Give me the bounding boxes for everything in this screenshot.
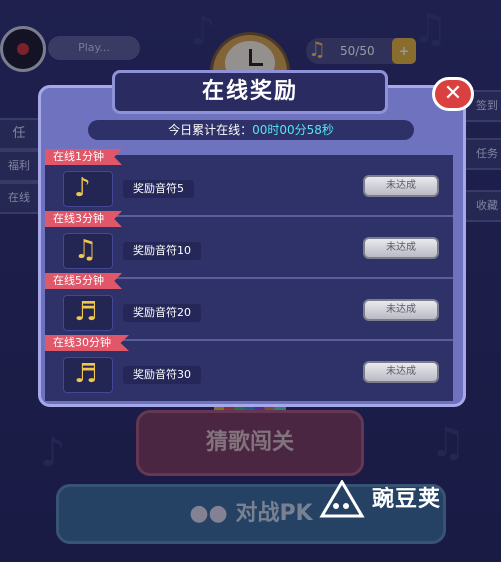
online-time-value: 00时00分58秒	[252, 123, 334, 137]
reward-icon-box: ♬	[63, 295, 113, 331]
reward-tag: 在线30分钟	[45, 335, 129, 351]
reward-tag: 在线5分钟	[45, 273, 122, 289]
reward-icon-box: ♫	[63, 233, 113, 269]
watermark: 豌豆荚	[318, 480, 441, 520]
online-time-label: 今日累计在线：	[168, 123, 253, 137]
reward-row: 在线30分钟 ♬ 奖励音符30 未达成	[45, 335, 453, 401]
reward-tag: 在线1分钟	[45, 149, 122, 165]
reward-tag: 在线3分钟	[45, 211, 122, 227]
music-notes-icon: ♬	[74, 359, 98, 389]
claim-button[interactable]: 未达成	[363, 237, 439, 259]
close-icon: ✕	[443, 81, 463, 106]
online-time-bar: 今日累计在线：00时00分58秒	[88, 120, 414, 140]
music-note-icon: ♪	[74, 173, 91, 203]
reward-label: 奖励音符10	[123, 242, 201, 260]
reward-row: 在线1分钟 ♪ 奖励音符5 未达成	[45, 149, 453, 217]
reward-row: 在线5分钟 ♬ 奖励音符20 未达成	[45, 273, 453, 341]
reward-icon-box: ♪	[63, 171, 113, 207]
reward-label: 奖励音符5	[123, 180, 194, 198]
watermark-logo-icon	[319, 480, 365, 518]
close-button[interactable]: ✕	[432, 77, 474, 111]
claim-button[interactable]: 未达成	[363, 175, 439, 197]
watermark-text: 豌豆荚	[372, 487, 442, 512]
reward-label: 奖励音符30	[123, 366, 201, 384]
reward-icon-box: ♬	[63, 357, 113, 393]
dialog-title: 在线奖励	[112, 70, 388, 114]
music-notes-icon: ♫	[74, 235, 98, 265]
reward-row: 在线3分钟 ♫ 奖励音符10 未达成	[45, 211, 453, 279]
music-notes-icon: ♬	[74, 297, 98, 327]
claim-button[interactable]: 未达成	[363, 361, 439, 383]
reward-label: 奖励音符20	[123, 304, 201, 322]
claim-button[interactable]: 未达成	[363, 299, 439, 321]
